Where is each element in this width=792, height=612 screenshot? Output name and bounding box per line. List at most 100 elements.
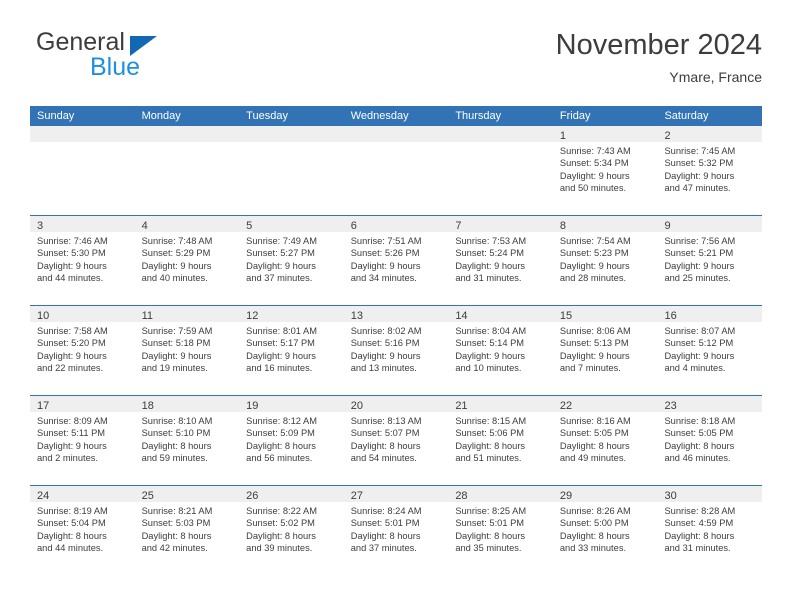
day-number: 27	[350, 490, 363, 502]
calendar-day-cell[interactable]: 13 Sunrise: 8:02 AM Sunset: 5:16 PM Dayligh…	[343, 306, 449, 395]
calendar-day-cell[interactable]: 9 Sunrise: 7:56 AM Sunset: 5:21 PM Daylight…	[657, 216, 763, 305]
daylight-text-line1: Daylight: 9 hours	[141, 260, 212, 271]
sunset-text: Sunset: 5:11 PM	[37, 428, 106, 439]
sunset-text: Sunset: 5:02 PM	[246, 518, 315, 529]
calendar-day-cell[interactable]: 7 Sunrise: 7:53 AM Sunset: 5:24 PM Daylight…	[448, 216, 553, 305]
daylight-text-line2: and 25 minutes.	[664, 273, 731, 284]
day-sun-info: Sunrise: 7:59 AM Sunset: 5:18 PM Daylight:…	[135, 322, 240, 375]
calendar-day-cell[interactable]: 4 Sunrise: 7:48 AM Sunset: 5:29 PM Daylight…	[134, 216, 240, 305]
calendar-day-cell[interactable]: 3 Sunrise: 7:46 AM Sunset: 5:30 PM Daylight…	[30, 216, 135, 305]
page-title: November 2024	[555, 29, 762, 61]
calendar-day-cell[interactable]: 5 Sunrise: 7:49 AM Sunset: 5:27 PM Daylight…	[239, 216, 344, 305]
sunrise-text: Sunrise: 7:43 AM	[559, 146, 631, 156]
day-number-band	[448, 126, 553, 142]
sunset-text: Sunset: 5:27 PM	[246, 248, 315, 259]
calendar-day-cell[interactable]: 24 Sunrise: 8:19 AM Sunset: 5:04 PM Dayligh…	[30, 486, 135, 576]
calendar-day-cell[interactable]: 12 Sunrise: 8:01 AM Sunset: 5:17 PM Dayligh…	[239, 306, 344, 395]
daylight-text-line2: and 44 minutes.	[37, 273, 104, 284]
day-sun-info: Sunrise: 7:48 AM Sunset: 5:29 PM Daylight:…	[135, 232, 240, 285]
daylight-text-line2: and 2 minutes.	[37, 453, 98, 464]
sunrise-text: Sunrise: 8:28 AM	[664, 506, 736, 516]
calendar-day-cell[interactable]: 22 Sunrise: 8:16 AM Sunset: 5:05 PM Dayligh…	[552, 396, 658, 485]
calendar-grid: Sunday Monday Tuesday Wednesday Thursday…	[30, 106, 763, 576]
daylight-text-line2: and 54 minutes.	[350, 453, 417, 464]
day-number-band: 26	[239, 486, 344, 502]
day-number-band: 25	[134, 486, 240, 502]
calendar-day-cell[interactable]: 28 Sunrise: 8:25 AM Sunset: 5:01 PM Dayligh…	[448, 486, 553, 576]
daylight-text-line1: Daylight: 8 hours	[559, 530, 630, 541]
calendar-day-cell[interactable]: 18 Sunrise: 8:10 AM Sunset: 5:10 PM Dayligh…	[134, 396, 240, 485]
day-number-band: 22	[552, 396, 658, 412]
day-number: 11	[141, 310, 153, 322]
daylight-text-line2: and 51 minutes.	[455, 453, 522, 464]
day-number-band: 28	[448, 486, 553, 502]
day-sun-info: Sunrise: 8:04 AM Sunset: 5:14 PM Daylight:…	[448, 322, 553, 375]
calendar-day-cell[interactable]: 1 Sunrise: 7:43 AM Sunset: 5:34 PM Daylight…	[552, 126, 658, 215]
day-sun-info: Sunrise: 7:45 AM Sunset: 5:32 PM Daylight:…	[657, 142, 762, 195]
day-number-band: 13	[343, 306, 449, 322]
calendar-day-cell[interactable]: 10 Sunrise: 7:58 AM Sunset: 5:20 PM Dayligh…	[30, 306, 135, 395]
day-sun-info: Sunrise: 8:06 AM Sunset: 5:13 PM Daylight:…	[553, 322, 658, 375]
calendar-day-cell[interactable]: 27 Sunrise: 8:24 AM Sunset: 5:01 PM Dayligh…	[343, 486, 449, 576]
sunset-text: Sunset: 5:18 PM	[141, 338, 211, 349]
day-number-band: 23	[657, 396, 763, 412]
brand-logo[interactable]: General Blue	[30, 28, 250, 88]
day-number-band: 17	[30, 396, 135, 412]
calendar-day-cell[interactable]: 21 Sunrise: 8:15 AM Sunset: 5:06 PM Dayligh…	[448, 396, 553, 485]
sunrise-text: Sunrise: 8:15 AM	[455, 416, 527, 426]
brand-name-general: General	[36, 28, 125, 56]
day-number-band: 10	[30, 306, 135, 322]
sunrise-text: Sunrise: 8:01 AM	[246, 326, 317, 336]
daylight-text-line1: Daylight: 8 hours	[559, 440, 630, 451]
calendar-day-cell[interactable]: 30 Sunrise: 8:28 AM Sunset: 4:59 PM Dayligh…	[657, 486, 763, 576]
daylight-text-line1: Daylight: 9 hours	[37, 440, 107, 451]
day-number: 7	[455, 220, 462, 232]
calendar-day-cell[interactable]: 23 Sunrise: 8:18 AM Sunset: 5:05 PM Dayligh…	[657, 396, 763, 485]
daylight-text-line2: and 28 minutes.	[559, 273, 627, 284]
sunrise-text: Sunrise: 8:12 AM	[246, 416, 317, 426]
day-number: 4	[141, 220, 148, 232]
day-number: 15	[559, 310, 573, 322]
daylight-text-line2: and 16 minutes.	[246, 363, 313, 374]
day-number-band: 5	[239, 216, 344, 232]
title-block: November 2024 Ymare, France	[556, 28, 762, 86]
calendar-day-cell-empty	[239, 126, 344, 215]
day-number-band: 27	[343, 486, 449, 502]
daylight-text-line1: Daylight: 9 hours	[664, 350, 735, 361]
weekday-header-monday: Monday	[141, 110, 181, 122]
calendar-day-cell[interactable]: 20 Sunrise: 8:13 AM Sunset: 5:07 PM Dayligh…	[343, 396, 449, 485]
calendar-day-cell[interactable]: 14 Sunrise: 8:04 AM Sunset: 5:14 PM Dayligh…	[448, 306, 553, 395]
calendar-day-cell[interactable]: 17 Sunrise: 8:09 AM Sunset: 5:11 PM Dayligh…	[30, 396, 135, 485]
calendar-day-cell[interactable]: 26 Sunrise: 8:22 AM Sunset: 5:02 PM Dayligh…	[239, 486, 344, 576]
calendar-day-cell[interactable]: 16 Sunrise: 8:07 AM Sunset: 5:12 PM Dayligh…	[657, 306, 763, 395]
calendar-day-cell[interactable]: 6 Sunrise: 7:51 AM Sunset: 5:26 PM Daylight…	[343, 216, 449, 305]
day-number-band: 30	[657, 486, 763, 502]
daylight-text-line1: Daylight: 9 hours	[350, 350, 421, 361]
calendar-day-cell[interactable]: 19 Sunrise: 8:12 AM Sunset: 5:09 PM Dayligh…	[239, 396, 344, 485]
daylight-text-line2: and 37 minutes.	[246, 273, 313, 284]
sunset-text: Sunset: 5:30 PM	[37, 248, 106, 259]
calendar-day-cell-empty	[448, 126, 553, 215]
calendar-day-cell[interactable]: 8 Sunrise: 7:54 AM Sunset: 5:23 PM Daylight…	[552, 216, 658, 305]
day-number: 3	[37, 220, 44, 232]
calendar-day-cell[interactable]: 11 Sunrise: 7:59 AM Sunset: 5:18 PM Dayligh…	[134, 306, 240, 395]
calendar-day-cell[interactable]: 29 Sunrise: 8:26 AM Sunset: 5:00 PM Dayligh…	[552, 486, 658, 576]
daylight-text-line2: and 42 minutes.	[141, 543, 208, 554]
weekday-header-tuesday: Tuesday	[246, 110, 288, 122]
calendar-day-cell[interactable]: 2 Sunrise: 7:45 AM Sunset: 5:32 PM Daylight…	[657, 126, 763, 215]
day-sun-info: Sunrise: 8:28 AM Sunset: 4:59 PM Daylight:…	[657, 502, 762, 555]
calendar-week-row: 17 Sunrise: 8:09 AM Sunset: 5:11 PM Dayligh…	[30, 396, 763, 486]
daylight-text-line1: Daylight: 9 hours	[141, 350, 212, 361]
day-number: 2	[664, 130, 671, 142]
day-number-band	[30, 126, 135, 142]
day-number: 24	[37, 490, 50, 502]
sunset-text: Sunset: 5:24 PM	[455, 248, 525, 259]
sunset-text: Sunset: 5:26 PM	[350, 248, 420, 259]
calendar-day-cell[interactable]: 25 Sunrise: 8:21 AM Sunset: 5:03 PM Dayligh…	[134, 486, 240, 576]
sunrise-text: Sunrise: 8:04 AM	[455, 326, 527, 336]
calendar-day-cell[interactable]: 15 Sunrise: 8:06 AM Sunset: 5:13 PM Dayligh…	[552, 306, 658, 395]
day-number: 29	[559, 490, 573, 502]
day-number: 1	[559, 130, 567, 142]
sunrise-text: Sunrise: 7:54 AM	[559, 236, 631, 246]
daylight-text-line2: and 56 minutes.	[246, 453, 313, 464]
